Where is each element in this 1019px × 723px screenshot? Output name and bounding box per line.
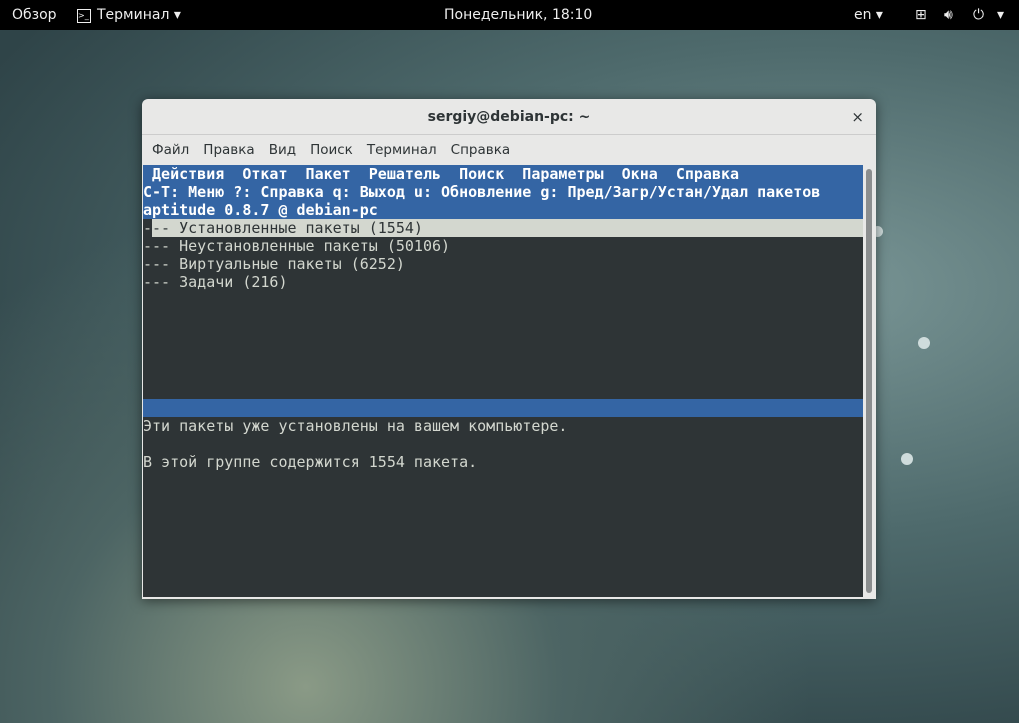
language-selector[interactable]: en ▾ — [854, 7, 883, 23]
menu-search[interactable]: Поиск — [302, 142, 359, 158]
tree-item-tasks[interactable]: --- Задачи (216) — [143, 273, 863, 291]
menu-file[interactable]: Файл — [144, 142, 195, 158]
menu-bar: Файл Правка Вид Поиск Терминал Справка — [142, 135, 876, 165]
menu-help[interactable]: Справка — [443, 142, 516, 158]
volume-icon[interactable]: 🔊︎ — [944, 7, 953, 23]
scrollbar-thumb[interactable] — [866, 169, 872, 593]
menu-terminal[interactable]: Терминал — [359, 142, 443, 158]
clock[interactable]: Понедельник, 18:10 — [444, 7, 592, 23]
window-title: sergiy@debian-pc: ~ — [142, 99, 876, 135]
close-button[interactable]: × — [851, 108, 864, 126]
tree-item-not-installed[interactable]: --- Неустановленные пакеты (50106) — [143, 237, 863, 255]
decoration — [901, 453, 913, 465]
scrollbar[interactable] — [863, 165, 875, 597]
aptitude-menu-line[interactable]: Действия Откат Пакет Решатель Поиск Пара… — [143, 165, 863, 183]
network-icon[interactable]: ⊞ — [915, 7, 927, 23]
aptitude-version-line: aptitude 0.8.7 @ debian-pc — [143, 201, 863, 219]
decoration — [918, 337, 930, 349]
activities-button[interactable]: Обзор — [12, 7, 57, 23]
description-line-2: В этой группе содержится 1554 пакета. — [143, 453, 478, 471]
terminal-icon: >_ — [77, 9, 91, 23]
separator-bar — [143, 399, 863, 417]
description-line-1: Эти пакеты уже установлены на вашем комп… — [143, 417, 568, 435]
menu-view[interactable]: Вид — [261, 142, 302, 158]
terminal-window: sergiy@debian-pc: ~ × Файл Правка Вид По… — [142, 99, 876, 599]
app-menu[interactable]: >_ Терминал ▾ — [77, 7, 181, 23]
top-bar: Обзор >_ Терминал ▾ Понедельник, 18:10 e… — [0, 0, 1019, 30]
tree-item-virtual[interactable]: --- Виртуальные пакеты (6252) — [143, 255, 863, 273]
system-menu-chevron-icon[interactable]: ▾ — [997, 7, 1004, 23]
tree-item-installed[interactable]: -- Установленные пакеты (1554) — [152, 219, 863, 237]
menu-edit[interactable]: Правка — [195, 142, 260, 158]
power-icon[interactable]: ⏻ — [973, 7, 984, 23]
aptitude-help-line: C-T: Меню ?: Справка q: Выход u: Обновле… — [143, 183, 863, 201]
tree-prefix: - — [143, 219, 153, 237]
terminal-content[interactable]: Действия Откат Пакет Решатель Поиск Пара… — [143, 165, 863, 597]
